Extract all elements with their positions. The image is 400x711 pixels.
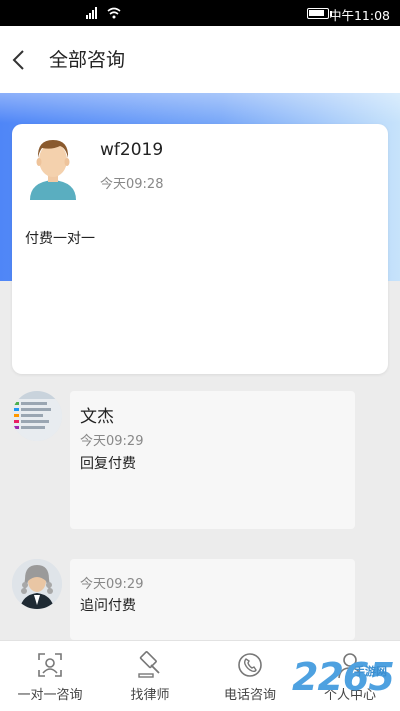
watermark-text: 手游网	[354, 665, 387, 678]
question-card[interactable]: wf2019 今天09:28 付费一对一	[12, 124, 388, 374]
question-username: wf2019	[100, 140, 164, 160]
face-scan-icon	[38, 653, 62, 677]
battery-icon	[307, 8, 332, 19]
status-bar: 中午11:08	[0, 0, 400, 26]
question-time: 今天09:28	[100, 177, 164, 192]
reply-author: 文杰	[80, 407, 114, 427]
reply-card[interactable]: 文杰 今天09:29 回复付费	[70, 391, 355, 529]
tab-find-lawyer[interactable]: 找律师	[112, 641, 188, 711]
lawyer-avatar[interactable]	[12, 559, 62, 609]
judge-avatar-icon	[12, 559, 62, 609]
user-avatar-icon	[30, 140, 76, 200]
reply-time: 今天09:29	[80, 434, 144, 449]
tab-label: 电话咨询	[223, 688, 276, 703]
tab-phone-consult[interactable]: 电话咨询	[212, 641, 288, 711]
tab-label: 一对一咨询	[17, 688, 83, 703]
signal-wifi-icon	[86, 7, 121, 19]
gavel-icon	[138, 651, 160, 678]
lawyer-avatar[interactable]	[12, 391, 62, 441]
chevron-left-icon[interactable]	[9, 46, 29, 74]
page-title: 全部咨询	[49, 49, 126, 71]
reply-content: 回复付费	[80, 456, 136, 472]
tab-one-on-one[interactable]: 一对一咨询	[8, 641, 92, 711]
reply-time: 今天09:29	[80, 577, 144, 592]
header: 全部咨询	[0, 26, 400, 93]
tab-label: 找律师	[130, 688, 170, 703]
reply-content: 追问付费	[80, 598, 136, 614]
status-time: 中午11:08	[328, 8, 390, 23]
watermark-logo: 2265 手游网	[292, 653, 400, 708]
screenshot-thumbnail-icon	[12, 391, 62, 441]
reply-card[interactable]: 今天09:29 追问付费	[70, 559, 355, 640]
phone-icon	[238, 653, 262, 677]
question-content: 付费一对一	[25, 231, 95, 247]
